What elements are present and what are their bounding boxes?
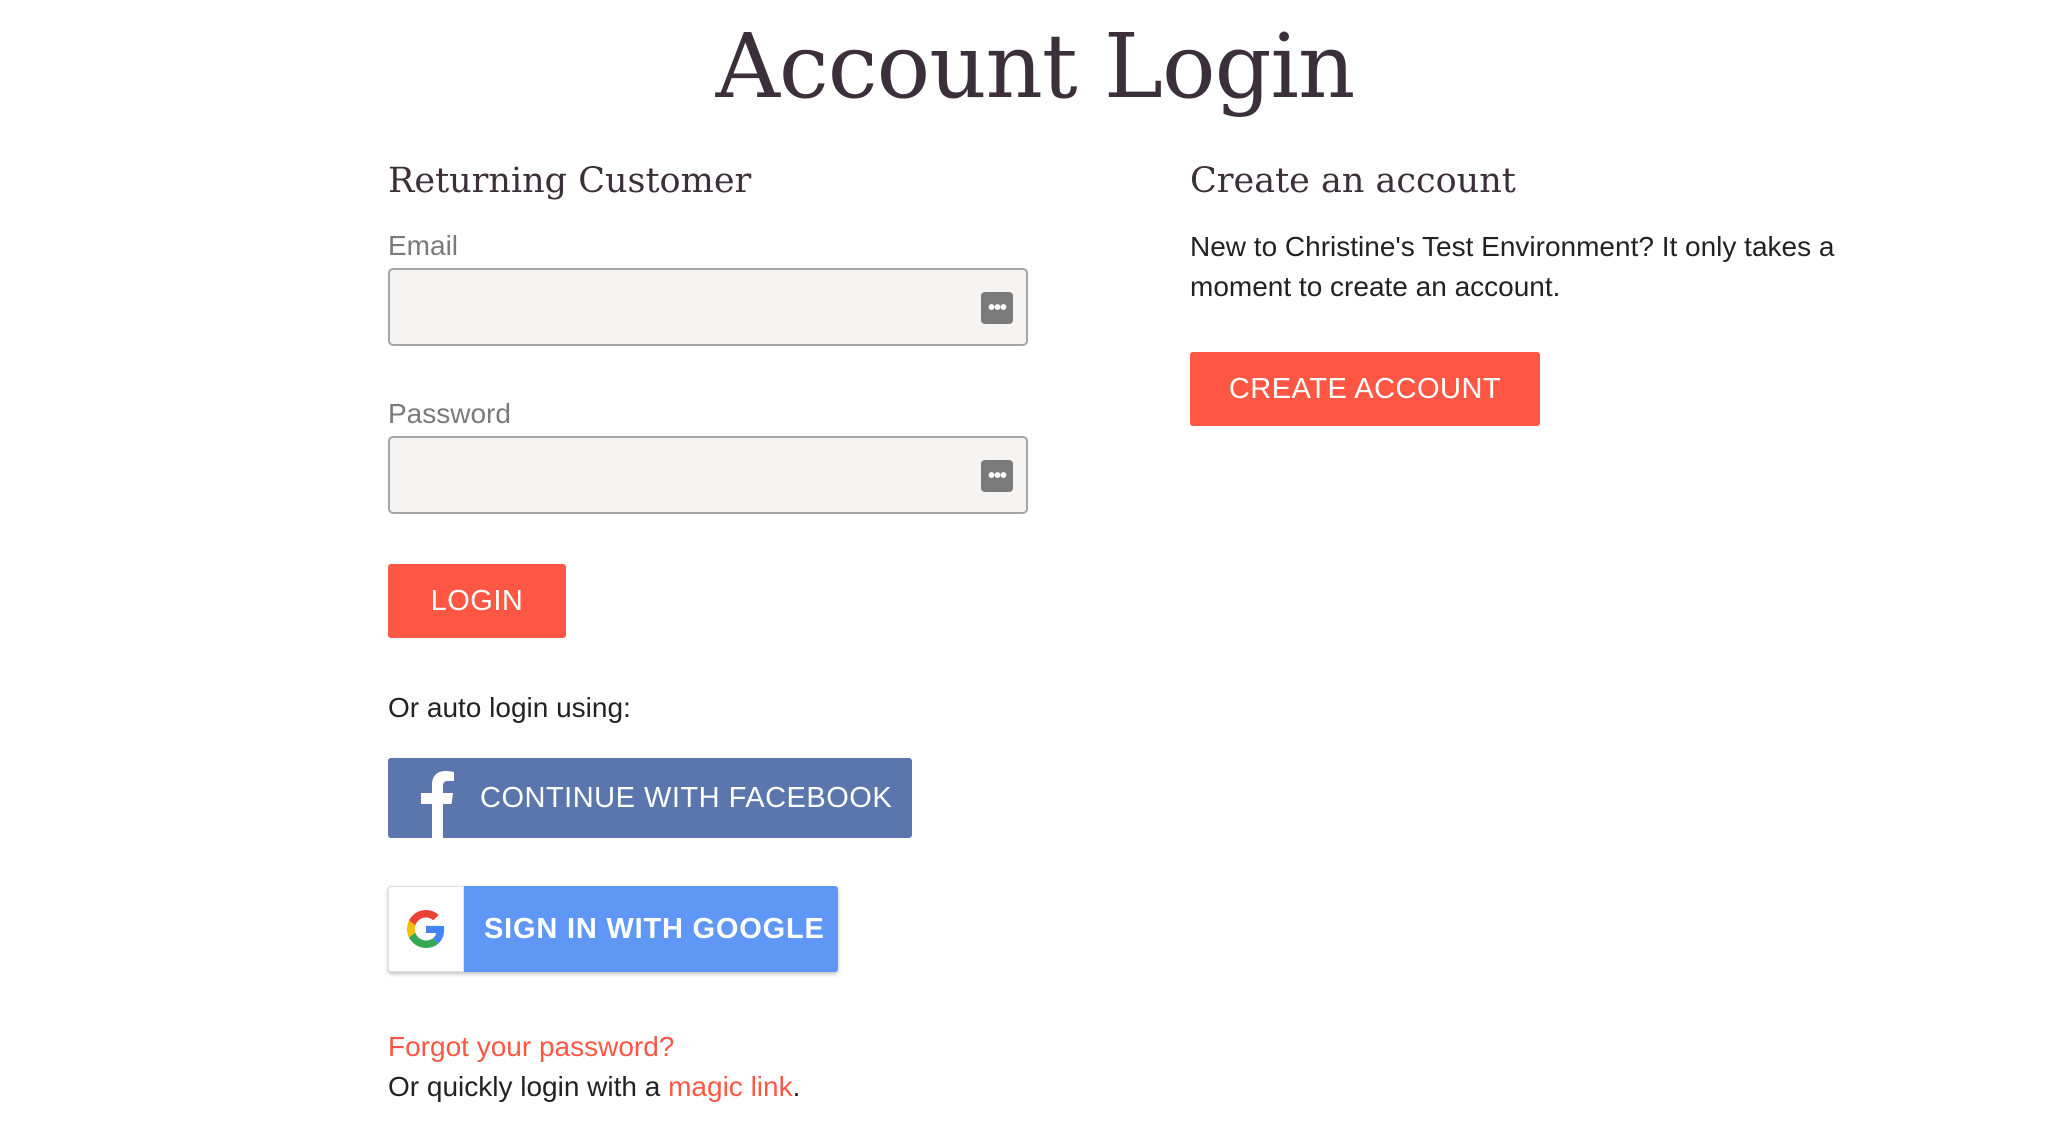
magic-link[interactable]: magic link	[668, 1071, 792, 1102]
returning-customer-heading: Returning Customer	[388, 161, 752, 201]
password-manager-icon[interactable]: •••	[981, 460, 1013, 492]
magic-link-row: Or quickly login with a magic link.	[388, 1067, 800, 1107]
create-account-button[interactable]: CREATE ACCOUNT	[1190, 352, 1540, 426]
password-manager-icon[interactable]: •••	[981, 292, 1013, 324]
google-button-label: SIGN IN WITH GOOGLE	[484, 912, 825, 945]
facebook-login-button[interactable]: CONTINUE WITH FACEBOOK	[388, 758, 912, 838]
magic-link-prefix: Or quickly login with a	[388, 1071, 669, 1102]
facebook-icon	[388, 758, 480, 838]
magic-link-suffix: .	[792, 1071, 801, 1102]
login-button[interactable]: LOGIN	[388, 564, 566, 638]
email-label: Email	[388, 230, 459, 261]
facebook-button-label: CONTINUE WITH FACEBOOK	[480, 781, 893, 814]
auto-login-text: Or auto login using:	[388, 692, 631, 723]
email-field[interactable]	[390, 270, 1026, 344]
forgot-password-row: Forgot your password?	[388, 1027, 674, 1067]
password-field[interactable]	[390, 438, 1026, 512]
password-label: Password	[388, 398, 511, 429]
create-account-description: New to Christine's Test Environment? It …	[1190, 231, 1835, 302]
email-field-wrapper: •••	[388, 268, 1028, 346]
google-login-button[interactable]: SIGN IN WITH GOOGLE	[388, 886, 838, 972]
google-icon	[388, 886, 464, 972]
forgot-password-link[interactable]: Forgot your password?	[388, 1031, 674, 1062]
password-field-wrapper: •••	[388, 436, 1028, 514]
page-title: Account Login	[715, 14, 1356, 118]
create-account-heading: Create an account	[1190, 161, 1516, 201]
